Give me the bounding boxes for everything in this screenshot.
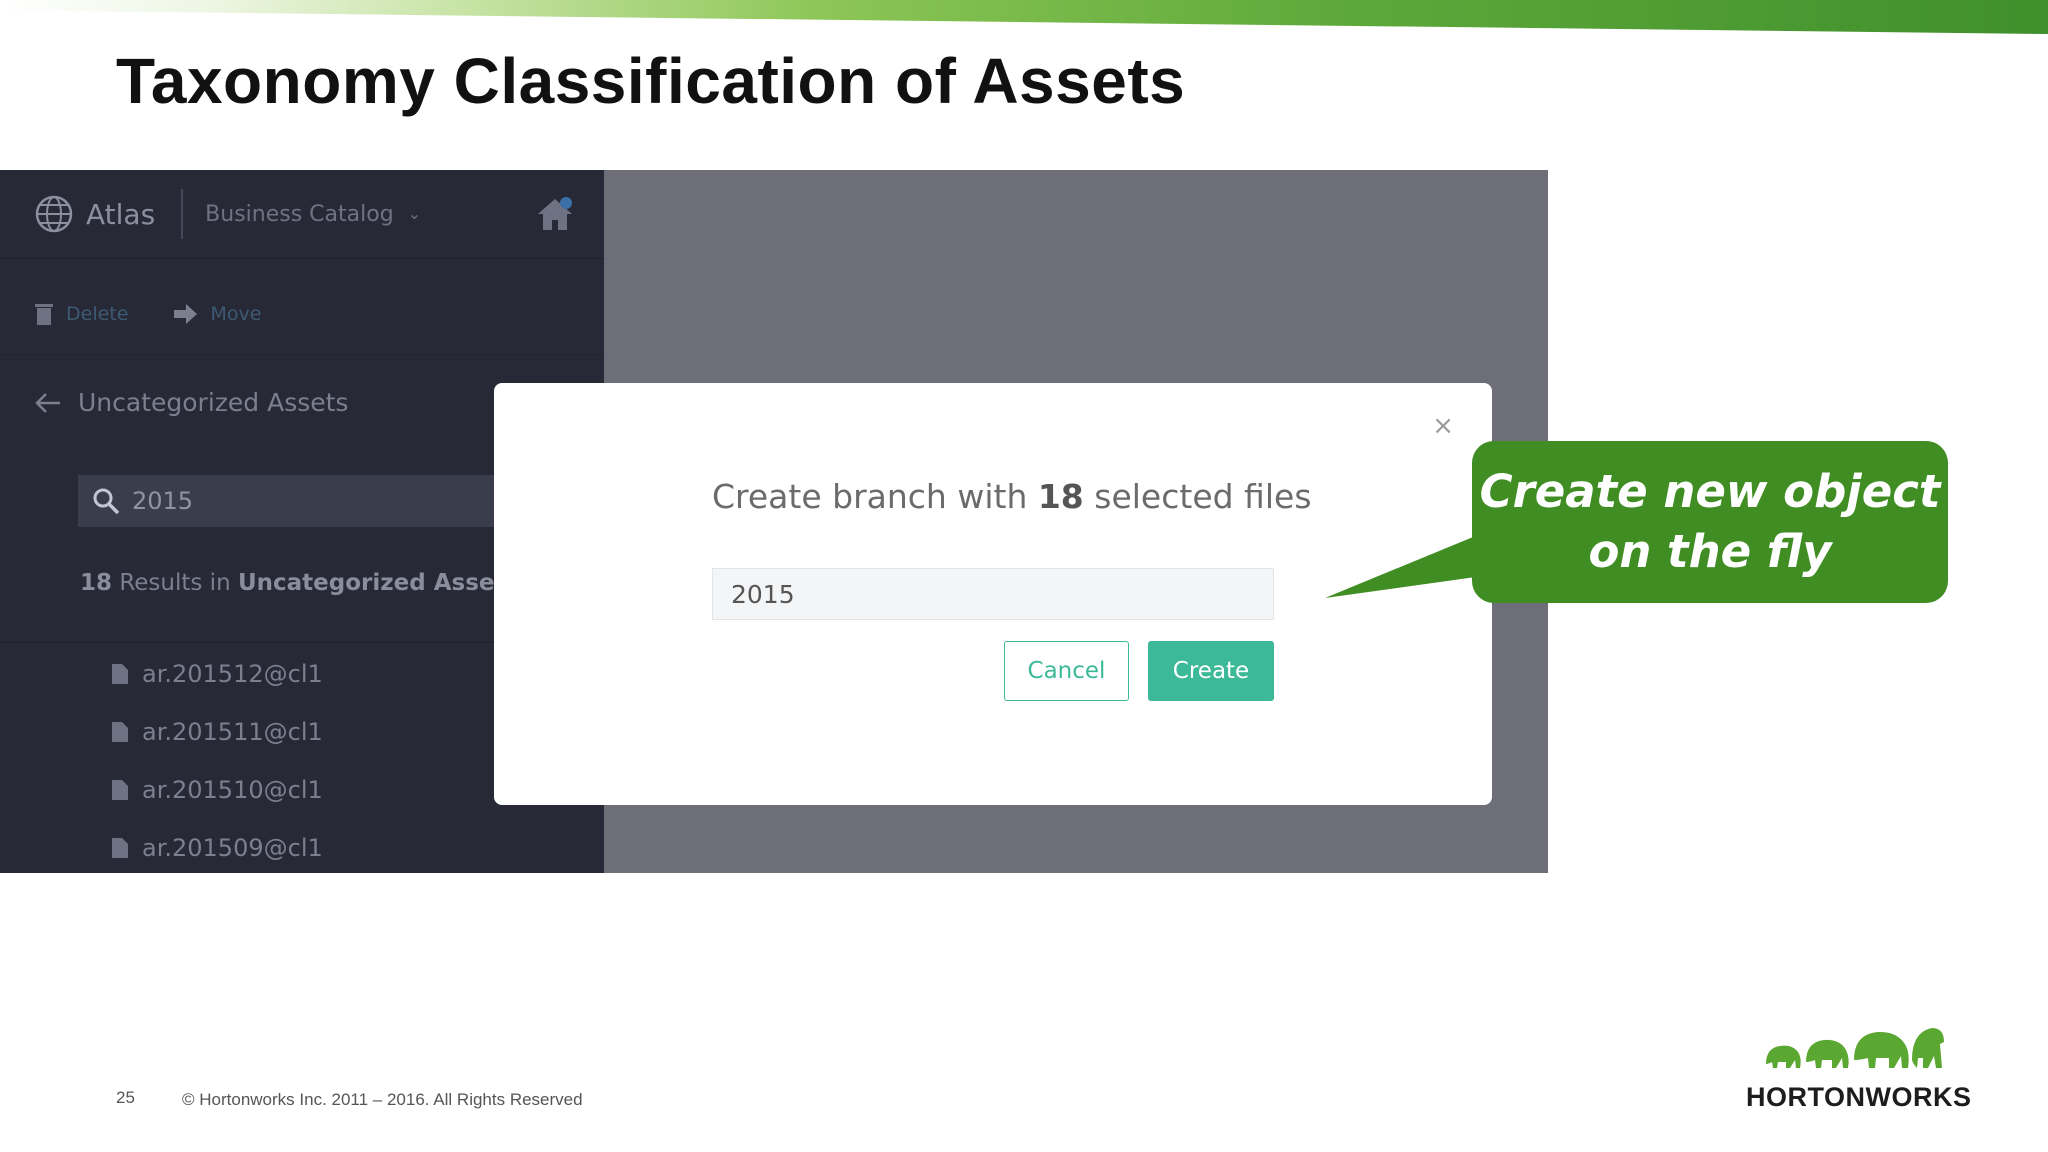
- file-icon: [112, 780, 128, 800]
- arrow-left-icon: [35, 392, 60, 413]
- hortonworks-logo: HORTONWORKS: [1740, 1024, 1972, 1114]
- callout-line-2: on the fly: [1588, 525, 1832, 578]
- elephant-logo-icon: [1766, 1028, 1944, 1068]
- app-header: Atlas Business Catalog ⌄: [34, 189, 421, 239]
- dialog-heading: Create branch with 18 selected files: [712, 477, 1312, 516]
- toolbar: Delete Move: [34, 294, 307, 334]
- chevron-down-icon[interactable]: ⌄: [408, 204, 421, 224]
- branch-name-input[interactable]: [712, 568, 1274, 620]
- arrow-right-icon: [174, 304, 198, 324]
- copyright-notice: © Hortonworks Inc. 2011 – 2016. All Righ…: [182, 1090, 583, 1109]
- app-name[interactable]: Atlas: [86, 198, 155, 231]
- header-divider: [181, 189, 184, 239]
- catalog-selector[interactable]: Business Catalog: [205, 202, 394, 227]
- app-screenshot: Atlas Business Catalog ⌄ Delete Move Unc…: [0, 170, 1548, 873]
- close-icon[interactable]: ×: [1432, 411, 1454, 441]
- delete-button[interactable]: Delete: [34, 302, 128, 326]
- page-title: Taxonomy Classification of Assets: [116, 45, 1186, 117]
- file-icon: [112, 722, 128, 742]
- move-button[interactable]: Move: [174, 303, 261, 325]
- list-item[interactable]: ar.201510@cl1: [112, 776, 323, 804]
- results-middle: Results in: [112, 570, 238, 596]
- search-icon: [93, 488, 120, 515]
- back-link[interactable]: Uncategorized Assets: [34, 388, 348, 417]
- list-item[interactable]: ar.201512@cl1: [112, 660, 323, 688]
- trash-icon: [35, 304, 53, 325]
- callout-bubble: Create new object on the fly: [1472, 441, 1948, 603]
- toolbar-separator: [0, 354, 604, 355]
- move-label: Move: [210, 303, 262, 325]
- delete-label: Delete: [66, 303, 129, 325]
- slide-top-accent-bar: [0, 0, 2048, 34]
- list-item[interactable]: ar.201511@cl1: [112, 718, 323, 746]
- create-button[interactable]: Create: [1148, 641, 1274, 701]
- file-icon: [112, 838, 128, 858]
- back-label: Uncategorized Assets: [78, 388, 349, 417]
- results-summary: 18 Results in Uncategorized Assets: [80, 570, 519, 596]
- results-location: Uncategorized Assets: [237, 570, 520, 596]
- file-name: ar.201511@cl1: [142, 718, 323, 746]
- file-name: ar.201509@cl1: [142, 834, 323, 862]
- file-name: ar.201512@cl1: [142, 660, 323, 688]
- logo-text: HORTONWORKS: [1746, 1082, 1972, 1112]
- list-item[interactable]: ar.201509@cl1: [112, 834, 323, 862]
- search-value: 2015: [132, 487, 194, 515]
- file-name: ar.201510@cl1: [142, 776, 323, 804]
- results-count: 18: [80, 570, 113, 596]
- header-separator: [0, 258, 604, 259]
- heading-suffix: selected files: [1083, 477, 1312, 516]
- file-icon: [112, 664, 128, 684]
- callout-text: Create new object on the fly: [1480, 462, 1941, 582]
- home-icon[interactable]: [536, 196, 574, 232]
- globe-icon: [35, 195, 73, 233]
- page-number: 25: [116, 1088, 135, 1107]
- heading-prefix: Create branch with: [712, 477, 1038, 516]
- heading-count: 18: [1037, 477, 1084, 516]
- cancel-button[interactable]: Cancel: [1004, 641, 1129, 701]
- callout-line-1: Create new object: [1479, 465, 1941, 518]
